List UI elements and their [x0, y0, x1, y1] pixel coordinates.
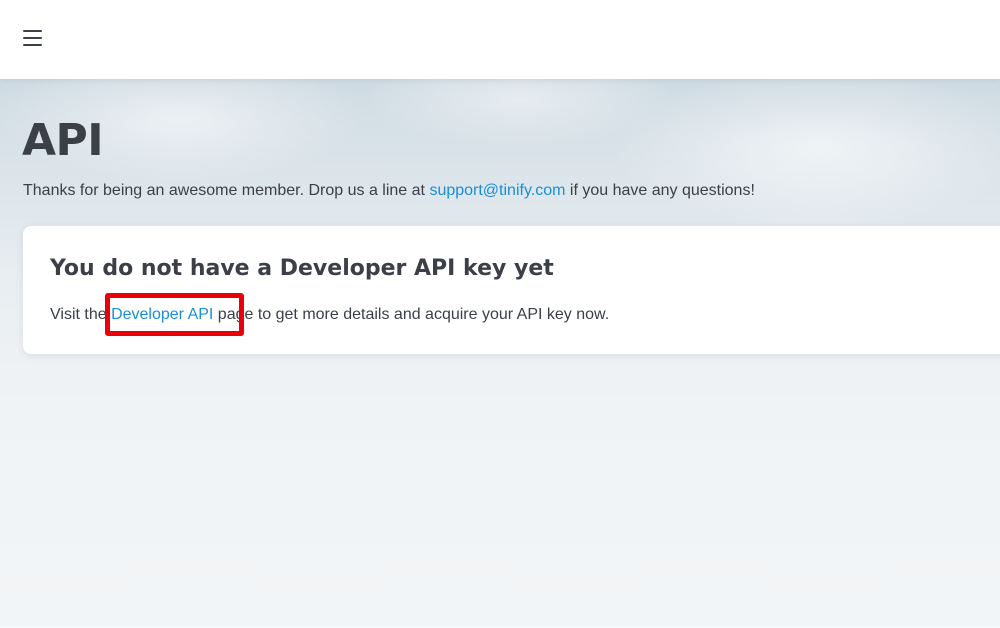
developer-api-link[interactable]: Developer API	[111, 306, 213, 323]
card-text: Visit the Developer API page to get more…	[50, 305, 609, 325]
card-text-before: Visit the	[50, 306, 112, 323]
intro-text: Thanks for being an awesome member. Drop…	[23, 181, 755, 201]
support-email-link[interactable]: support@tinify.com	[429, 182, 565, 199]
api-key-card: You do not have a Developer API key yet …	[23, 226, 1000, 354]
intro-text-after: if you have any questions!	[565, 182, 755, 199]
hamburger-menu-icon[interactable]	[22, 28, 44, 48]
menu-bar-line	[23, 30, 42, 32]
intro-text-before: Thanks for being an awesome member. Drop…	[23, 182, 430, 199]
top-bar	[0, 0, 1000, 79]
menu-bar-line	[23, 44, 42, 46]
menu-bar-line	[23, 37, 42, 39]
card-text-after: page to get more details and acquire you…	[213, 306, 610, 323]
card-title: You do not have a Developer API key yet	[50, 256, 554, 281]
page-title: API	[22, 115, 104, 166]
